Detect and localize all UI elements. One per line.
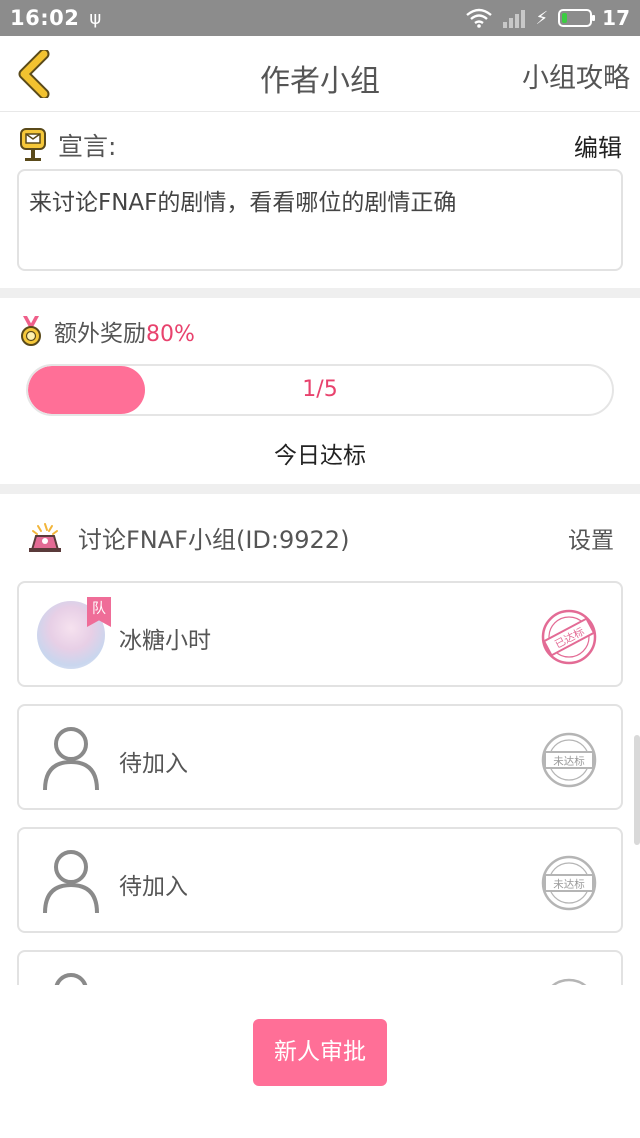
progress-bar: 1/5 — [26, 364, 614, 416]
declaration-section: 宣言: 编辑 来讨论FNAF的剧情，看看哪位的剧情正确 — [0, 113, 640, 288]
charging-icon: ⚡ — [535, 7, 549, 29]
section-divider — [0, 484, 640, 494]
member-card[interactable] — [17, 950, 623, 985]
wifi-icon — [465, 8, 492, 28]
usb-icon: ψ — [89, 7, 102, 29]
group-guide-link[interactable]: 小组攻略 — [522, 56, 630, 95]
status-time: 16:02 — [10, 6, 80, 30]
signal-icon — [502, 10, 525, 28]
group-header: 讨论FNAF小组(ID:9922) 设置 — [0, 500, 640, 575]
edit-button[interactable]: 编辑 — [574, 128, 622, 163]
progress-text: 1/5 — [302, 377, 338, 402]
bonus-section: 额外奖励80% 1/5 今日达标 — [0, 296, 640, 484]
battery-level: 17 — [602, 6, 630, 30]
bonus-percent: 80% — [146, 322, 195, 347]
stamp-text: 未达标 — [553, 756, 585, 768]
declaration-text: 来讨论FNAF的剧情，看看哪位的剧情正确 — [17, 169, 623, 271]
scrollbar[interactable] — [634, 735, 640, 845]
person-placeholder-icon — [43, 727, 99, 791]
medal-icon — [21, 316, 41, 346]
group-settings-button[interactable]: 设置 — [568, 521, 614, 555]
today-target-label: 今日达标 — [274, 443, 366, 469]
status-bar: 16:02 ψ ⚡ 17 — [0, 0, 640, 36]
member-card[interactable]: 待加入 未达标 — [17, 704, 623, 810]
stamp-icon-achieved: 已达标 — [541, 609, 597, 665]
stamp-icon-not-achieved: 未达标 — [541, 732, 597, 788]
person-placeholder-icon — [54, 973, 88, 985]
stamp-icon-not-achieved — [551, 978, 587, 985]
bonus-label-text: 额外奖励 — [54, 321, 146, 347]
member-list: 队 冰糖小时 已达标 待加入 未达标 待加入 未达标 — [0, 575, 640, 985]
member-card[interactable]: 队 冰糖小时 已达标 — [17, 581, 623, 687]
member-card[interactable]: 待加入 未达标 — [17, 827, 623, 933]
declaration-label: 宣言: — [58, 132, 117, 161]
battery-icon — [558, 9, 596, 27]
member-name: 待加入 — [119, 751, 188, 777]
status-right: ⚡ 17 — [465, 6, 630, 30]
bonus-label: 额外奖励80% — [54, 314, 195, 348]
stamp-icon-not-achieved: 未达标 — [541, 855, 597, 911]
group-name: 讨论FNAF小组(ID:9922) — [78, 526, 350, 554]
member-name: 冰糖小时 — [119, 628, 211, 654]
group-emblem-icon — [29, 522, 61, 552]
stamp-text: 未达标 — [553, 879, 585, 891]
new-member-approval-button[interactable]: 新人审批 — [253, 1019, 387, 1086]
mailbox-icon — [20, 128, 46, 161]
person-placeholder-icon — [43, 850, 99, 914]
nav-bar: 作者小组 小组攻略 — [0, 36, 640, 112]
member-name: 待加入 — [119, 874, 188, 900]
